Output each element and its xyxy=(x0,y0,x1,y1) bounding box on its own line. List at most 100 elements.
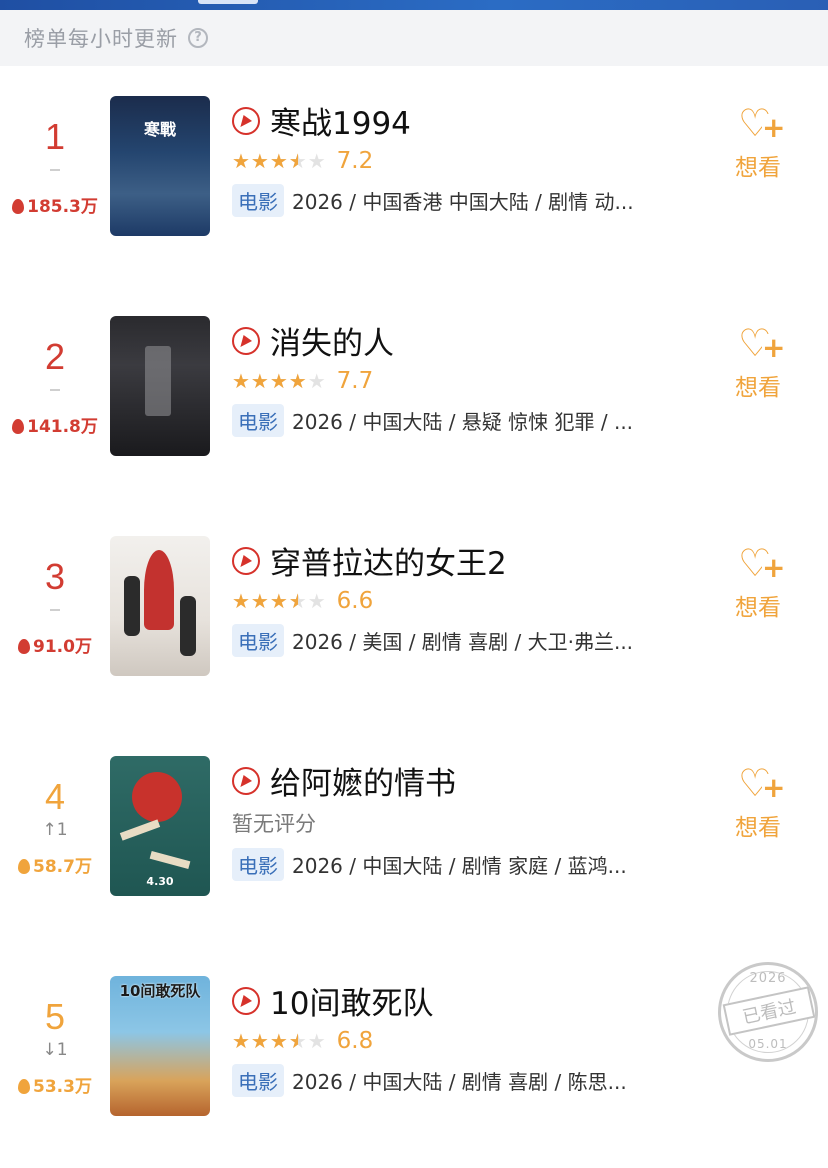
title-row: 10间敢死队 xyxy=(232,978,433,1023)
heat-text: 91.0万 xyxy=(33,637,92,657)
want-to-watch-button[interactable]: ♡ + 想看 xyxy=(728,762,788,842)
heat-value: 91.0万 xyxy=(0,632,110,657)
movie-meta: 2026 / 中国大陆 / 悬疑 惊悚 犯罪 / ... xyxy=(292,410,634,434)
movie-meta: 2026 / 中国香港 中国大陆 / 剧情 动... xyxy=(292,190,634,214)
star-rating: ★★★★★★★★★★ xyxy=(232,149,327,173)
meta-row: 电影 2026 / 中国大陆 / 剧情 家庭 / 蓝鸿... xyxy=(232,848,672,881)
rank-change xyxy=(0,380,110,400)
top-nav-bar xyxy=(0,0,828,10)
flame-icon xyxy=(12,199,25,214)
no-change-dash xyxy=(50,169,60,171)
heat-value: 58.7万 xyxy=(0,852,110,877)
movie-meta: 2026 / 中国大陆 / 剧情 家庭 / 蓝鸿... xyxy=(292,854,627,878)
flame-icon xyxy=(18,639,31,654)
watched-stamp: 2026 已看过 05.01 xyxy=(718,962,818,1062)
rating-row: ★★★★★★★★★★ 6.8 xyxy=(232,1028,373,1054)
movie-title[interactable]: 10间敢死队 xyxy=(270,978,433,1023)
rating-row: ★★★★★★★★★★ 7.2 xyxy=(232,148,373,174)
stamp-date: 05.01 xyxy=(748,1037,788,1051)
want-to-watch-button[interactable]: ♡ + 想看 xyxy=(728,102,788,182)
play-icon[interactable] xyxy=(232,546,260,575)
title-row: 消失的人 xyxy=(232,318,394,363)
meta-row: 电影 2026 / 美国 / 剧情 喜剧 / 大卫·弗兰... xyxy=(232,624,672,657)
play-icon[interactable] xyxy=(232,766,260,795)
ranking-subheader: 榜单每小时更新 ? xyxy=(0,10,828,66)
rank-change: ↑1 xyxy=(42,820,68,840)
flame-icon xyxy=(12,419,25,434)
rank-number: 1 xyxy=(44,116,66,157)
help-icon[interactable]: ? xyxy=(188,28,208,48)
rating-row: ★★★★★★★★★★ 6.6 xyxy=(232,588,373,614)
meta-row: 电影 2026 / 中国大陆 / 剧情 喜剧 / 陈思... xyxy=(232,1064,672,1097)
title-row: 寒战1994 xyxy=(232,98,411,143)
movie-poster[interactable]: 4.30 xyxy=(110,756,210,896)
rank-number: 5 xyxy=(44,996,66,1037)
star-rating: ★★★★★★★★★★ xyxy=(232,1029,327,1053)
play-icon[interactable] xyxy=(232,106,260,135)
title-row: 给阿嬷的情书 xyxy=(232,758,456,803)
rating-score: 6.6 xyxy=(336,588,374,614)
heat-text: 141.8万 xyxy=(27,417,98,437)
play-icon[interactable] xyxy=(232,326,260,355)
heat-text: 185.3万 xyxy=(27,197,98,217)
rating-score: 6.8 xyxy=(336,1028,374,1054)
meta-row: 电影 2026 / 中国大陆 / 悬疑 惊悚 犯罪 / ... xyxy=(232,404,672,437)
type-badge: 电影 xyxy=(232,1064,284,1097)
rank-number: 3 xyxy=(44,556,66,597)
star-rating: ★★★★★★★★★★ xyxy=(232,369,327,393)
movie-row[interactable]: 2 141.8万 消失的人 ★★★★★★★★★★ 7.7 电影 2026 / 中… xyxy=(0,286,828,506)
no-change-dash xyxy=(50,389,60,391)
rank-number: 4 xyxy=(44,776,66,817)
movie-title[interactable]: 消失的人 xyxy=(270,318,394,363)
title-row: 穿普拉达的女王2 xyxy=(232,538,507,583)
active-tab-indicator xyxy=(198,0,258,4)
movie-title[interactable]: 穿普拉达的女王2 xyxy=(270,538,507,583)
heat-text: 53.3万 xyxy=(33,1077,92,1097)
meta-row: 电影 2026 / 中国香港 中国大陆 / 剧情 动... xyxy=(232,184,672,217)
no-rating-text: 暂无评分 xyxy=(232,812,316,836)
want-label: 想看 xyxy=(735,815,781,841)
play-icon[interactable] xyxy=(232,986,260,1015)
type-badge: 电影 xyxy=(232,624,284,657)
rank-change: ↓1 xyxy=(42,1040,68,1060)
movie-poster[interactable] xyxy=(110,536,210,676)
flame-icon xyxy=(18,859,31,874)
movie-meta: 2026 / 美国 / 剧情 喜剧 / 大卫·弗兰... xyxy=(292,630,634,654)
heart-plus-icon: ♡ + xyxy=(738,321,786,365)
rating-row: ★★★★★★★★★★ 7.7 xyxy=(232,368,373,394)
no-change-dash xyxy=(50,609,60,611)
heart-plus-icon: ♡ + xyxy=(738,541,786,585)
movie-poster[interactable]: 寒戰 xyxy=(110,96,210,236)
rating-score: 7.2 xyxy=(336,148,374,174)
movie-row[interactable]: 3 91.0万 穿普拉达的女王2 ★★★★★★★★★★ 6.6 电影 2026 … xyxy=(0,506,828,726)
movie-row[interactable]: 1 185.3万 寒戰 寒战1994 ★★★★★★★★★★ 7.2 电影 202… xyxy=(0,66,828,286)
heart-plus-icon: ♡ + xyxy=(738,101,786,145)
heat-value: 185.3万 xyxy=(0,192,110,217)
heat-value: 141.8万 xyxy=(0,412,110,437)
want-to-watch-button[interactable]: ♡ + 想看 xyxy=(728,542,788,622)
heat-text: 58.7万 xyxy=(33,857,92,877)
movie-title[interactable]: 给阿嬷的情书 xyxy=(270,758,456,803)
rank-change xyxy=(0,600,110,620)
want-label: 想看 xyxy=(735,375,781,401)
movie-poster[interactable]: 10间敢死队 xyxy=(110,976,210,1116)
poster-title-text: 10间敢死队 xyxy=(119,982,201,1000)
heart-plus-icon: ♡ + xyxy=(738,761,786,805)
poster-title-text: 寒戰 xyxy=(143,120,176,139)
movie-row[interactable]: 5 ↓1 53.3万 10间敢死队 10间敢死队 ★★★★★★★★★★ 6.8 … xyxy=(0,946,828,1166)
rank-change xyxy=(0,160,110,180)
want-label: 想看 xyxy=(735,595,781,621)
want-label: 想看 xyxy=(735,155,781,181)
flame-icon xyxy=(18,1079,31,1094)
movie-title[interactable]: 寒战1994 xyxy=(270,98,411,143)
type-badge: 电影 xyxy=(232,848,284,881)
rating-row: 暂无评分 xyxy=(232,808,316,838)
rank-number: 2 xyxy=(44,336,66,377)
type-badge: 电影 xyxy=(232,184,284,217)
heat-value: 53.3万 xyxy=(0,1072,110,1097)
movie-row[interactable]: 4 ↑1 58.7万 4.30 给阿嬷的情书 暂无评分 电影 2026 / 中国… xyxy=(0,726,828,946)
star-rating: ★★★★★★★★★★ xyxy=(232,589,327,613)
movie-meta: 2026 / 中国大陆 / 剧情 喜剧 / 陈思... xyxy=(292,1070,627,1094)
movie-poster[interactable] xyxy=(110,316,210,456)
want-to-watch-button[interactable]: ♡ + 想看 xyxy=(728,322,788,402)
